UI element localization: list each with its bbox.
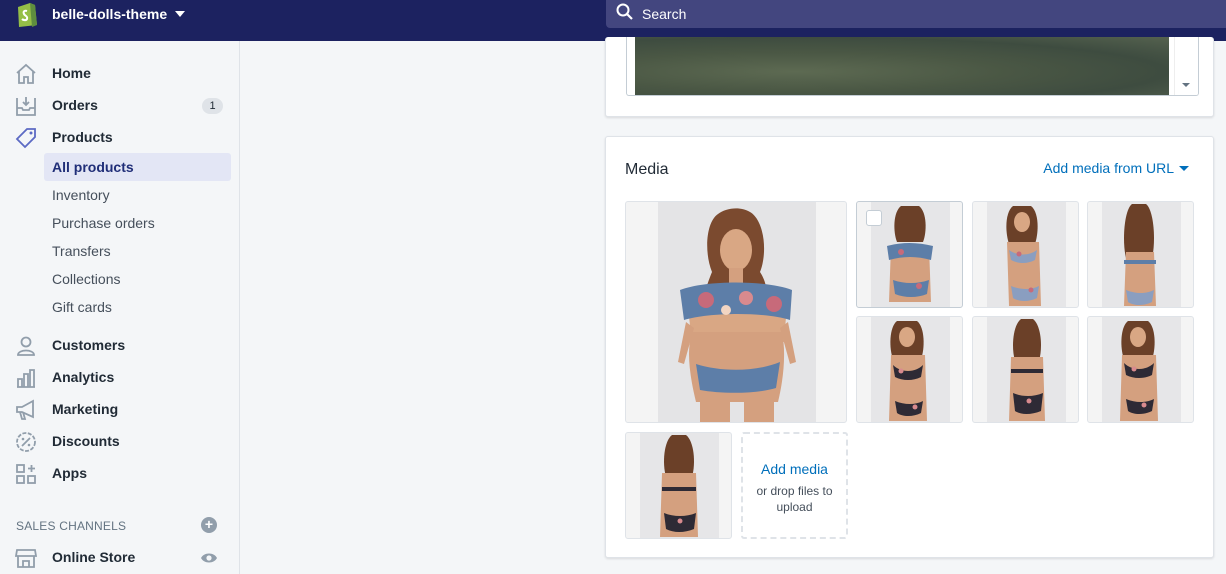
search-bar[interactable]: Search xyxy=(606,0,1226,28)
store-icon xyxy=(14,547,38,569)
product-photo xyxy=(640,433,719,538)
sidebar-item-label: Orders xyxy=(52,97,98,113)
shopify-logo-icon xyxy=(14,0,40,28)
embedded-image xyxy=(635,37,1169,95)
sidebar: Home Orders 1 Products All products Inve… xyxy=(0,41,240,574)
media-title: Media xyxy=(625,161,669,178)
drop-files-hint: or drop files to upload xyxy=(756,484,833,514)
sidebar-item-home[interactable]: Home xyxy=(0,57,239,89)
eye-icon[interactable] xyxy=(200,551,218,563)
sidebar-item-label: Home xyxy=(52,65,91,81)
customers-icon xyxy=(15,335,37,357)
store-switcher[interactable]: belle-dolls-theme xyxy=(14,0,186,28)
media-dropzone[interactable]: Add media or drop files to upload xyxy=(741,432,848,539)
media-thumbnail[interactable] xyxy=(625,432,732,539)
add-media-from-url-button[interactable]: Add media from URL xyxy=(1043,160,1189,176)
media-thumbnail[interactable] xyxy=(972,201,1079,308)
sidebar-item-apps[interactable]: Apps xyxy=(0,457,239,489)
apps-icon xyxy=(15,463,37,485)
store-name: belle-dolls-theme xyxy=(52,6,168,22)
chevron-down-icon xyxy=(175,11,186,17)
editor-scrollbar[interactable] xyxy=(1174,37,1198,95)
product-photo xyxy=(658,202,816,422)
product-photo xyxy=(1102,317,1181,422)
sidebar-item-label: Analytics xyxy=(52,369,115,385)
top-bar: belle-dolls-theme Search xyxy=(0,0,1226,41)
media-thumbnail[interactable] xyxy=(1087,316,1194,423)
rich-text-editor[interactable] xyxy=(626,37,1199,96)
media-thumbnail[interactable] xyxy=(972,316,1079,423)
discount-icon xyxy=(15,431,37,453)
sales-channels-heading: SALES CHANNELS xyxy=(16,519,127,533)
sidebar-subitem-purchase-orders[interactable]: Purchase orders xyxy=(44,209,231,237)
product-photo xyxy=(987,202,1066,307)
sidebar-item-label: Marketing xyxy=(52,401,119,417)
sidebar-subitem-gift-cards[interactable]: Gift cards xyxy=(44,293,231,321)
description-card xyxy=(605,37,1214,117)
media-thumbnail-featured[interactable] xyxy=(625,201,847,423)
chevron-down-icon xyxy=(1179,165,1189,171)
add-media-link[interactable]: Add media xyxy=(743,461,846,477)
analytics-icon xyxy=(15,367,37,389)
megaphone-icon xyxy=(15,399,37,421)
sidebar-item-label: Customers xyxy=(52,337,126,353)
sidebar-item-orders[interactable]: Orders 1 xyxy=(0,89,239,121)
add-media-from-url-label: Add media from URL xyxy=(1043,160,1174,176)
sidebar-item-label: Discounts xyxy=(52,433,120,449)
orders-count-badge: 1 xyxy=(202,98,223,114)
sidebar-item-customers[interactable]: Customers xyxy=(0,329,239,361)
media-thumbnail[interactable] xyxy=(856,316,963,423)
media-select-checkbox[interactable] xyxy=(866,210,882,226)
sidebar-subitem-inventory[interactable]: Inventory xyxy=(44,181,231,209)
tag-icon xyxy=(15,127,37,149)
sidebar-item-analytics[interactable]: Analytics xyxy=(0,361,239,393)
product-photo xyxy=(1102,202,1181,307)
search-placeholder: Search xyxy=(642,6,687,22)
sidebar-subitem-collections[interactable]: Collections xyxy=(44,265,231,293)
home-icon xyxy=(15,63,37,85)
sidebar-item-marketing[interactable]: Marketing xyxy=(0,393,239,425)
scroll-down-arrow-icon[interactable] xyxy=(1182,83,1190,87)
sidebar-item-label: Online Store xyxy=(52,549,136,565)
sidebar-item-label: Apps xyxy=(52,465,87,481)
sidebar-subitem-all-products[interactable]: All products xyxy=(44,153,231,181)
sidebar-item-discounts[interactable]: Discounts xyxy=(0,425,239,457)
product-photo xyxy=(987,317,1066,422)
search-icon xyxy=(616,3,634,26)
sidebar-item-products[interactable]: Products xyxy=(0,121,239,153)
product-photo xyxy=(871,317,950,422)
orders-icon xyxy=(15,95,37,117)
media-card: Media Add media from URL Add media or dr… xyxy=(605,136,1214,558)
media-thumbnail[interactable] xyxy=(1087,201,1194,308)
media-thumbnail[interactable] xyxy=(856,201,963,308)
sidebar-item-label: Products xyxy=(52,129,113,145)
add-sales-channel-button[interactable]: + xyxy=(201,517,217,533)
sidebar-subitem-transfers[interactable]: Transfers xyxy=(44,237,231,265)
